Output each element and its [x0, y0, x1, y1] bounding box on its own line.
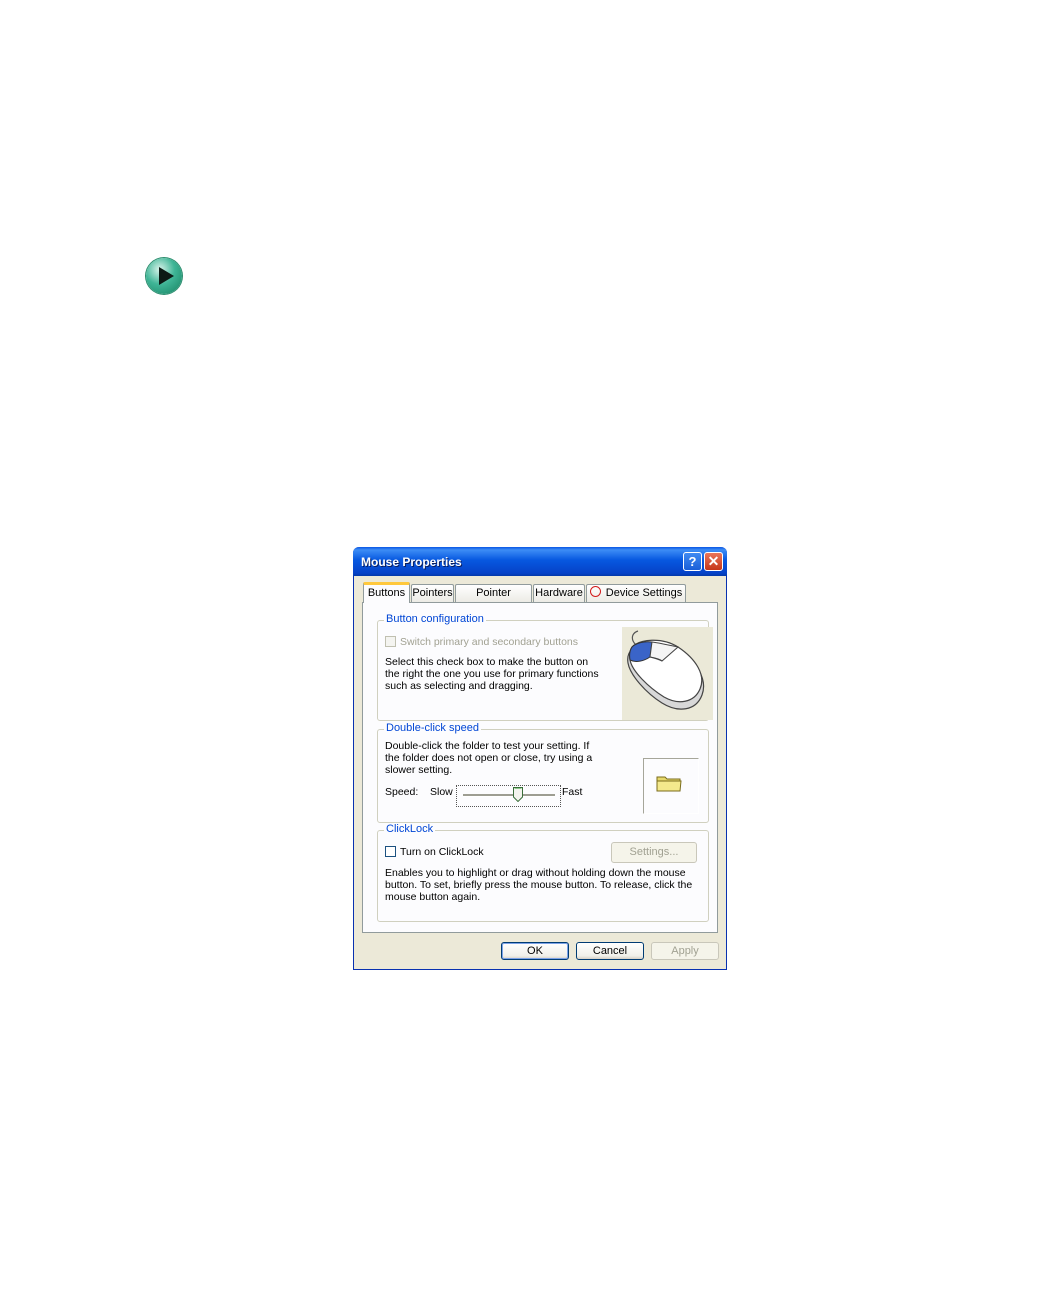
group-title: Button configuration [384, 613, 486, 625]
help-button[interactable]: ? [683, 552, 702, 571]
mouse-properties-dialog: Mouse Properties ? ✕ Buttons Pointers Po… [353, 547, 727, 970]
cancel-button[interactable]: Cancel [576, 942, 644, 960]
tab-label: Buttons [367, 587, 406, 599]
double-click-speed-group: Double-click speed Double-click the fold… [377, 722, 709, 823]
tab-pointers[interactable]: Pointers [411, 584, 454, 602]
clicklock-group: ClickLock Turn on ClickLock Settings... … [377, 823, 709, 922]
folder-icon [656, 776, 682, 792]
button-label: Apply [671, 945, 699, 957]
button-label: Settings... [629, 846, 679, 858]
help-icon: ? [688, 554, 697, 569]
tab-label: Hardware [535, 587, 583, 599]
fast-label: Fast [562, 786, 583, 798]
group-title: Double-click speed [384, 722, 481, 734]
double-click-speed-slider[interactable] [456, 785, 561, 807]
switch-buttons-checkbox[interactable] [385, 636, 396, 647]
clicklock-label: Turn on ClickLock [400, 846, 484, 858]
tab-device-settings[interactable]: Device Settings [586, 584, 686, 602]
clicklock-checkbox[interactable] [385, 846, 396, 857]
tab-buttons[interactable]: Buttons [363, 582, 410, 603]
slider-track [463, 794, 555, 797]
double-click-description: Double-click the folder to test your set… [385, 740, 593, 776]
tab-pointer-options[interactable]: Pointer Options [455, 584, 532, 615]
clicklock-description: Enables you to highlight or drag without… [385, 867, 693, 903]
close-button[interactable]: ✕ [704, 552, 723, 571]
button-label: Cancel [592, 945, 628, 957]
ok-button[interactable]: OK [501, 942, 569, 960]
apply-button[interactable]: Apply [651, 942, 719, 960]
green-arrow-bullet-icon [146, 258, 182, 294]
switch-buttons-label: Switch primary and secondary buttons [400, 636, 579, 648]
mouse-illustration [622, 627, 713, 720]
close-icon: ✕ [707, 553, 720, 569]
slow-label: Slow [430, 786, 453, 798]
tab-hardware[interactable]: Hardware [533, 584, 585, 602]
button-configuration-group: Button configuration Switch primary and … [377, 613, 713, 721]
clicklock-settings-button[interactable]: Settings... [611, 842, 697, 863]
slider-thumb[interactable] [513, 787, 524, 802]
button-configuration-description: Select this check box to make the button… [385, 656, 599, 692]
tab-label: Pointers [412, 587, 453, 599]
test-folder-area[interactable] [643, 758, 699, 814]
tab-panel-buttons: Button configuration Switch primary and … [362, 602, 718, 933]
button-label: OK [527, 945, 543, 957]
speed-label: Speed: [385, 786, 419, 798]
window-title: Mouse Properties [361, 555, 462, 569]
title-bar[interactable]: Mouse Properties ? ✕ [353, 547, 727, 576]
group-title: ClickLock [384, 823, 436, 835]
device-settings-icon [589, 586, 601, 597]
tab-label: Device Settings [605, 587, 683, 599]
